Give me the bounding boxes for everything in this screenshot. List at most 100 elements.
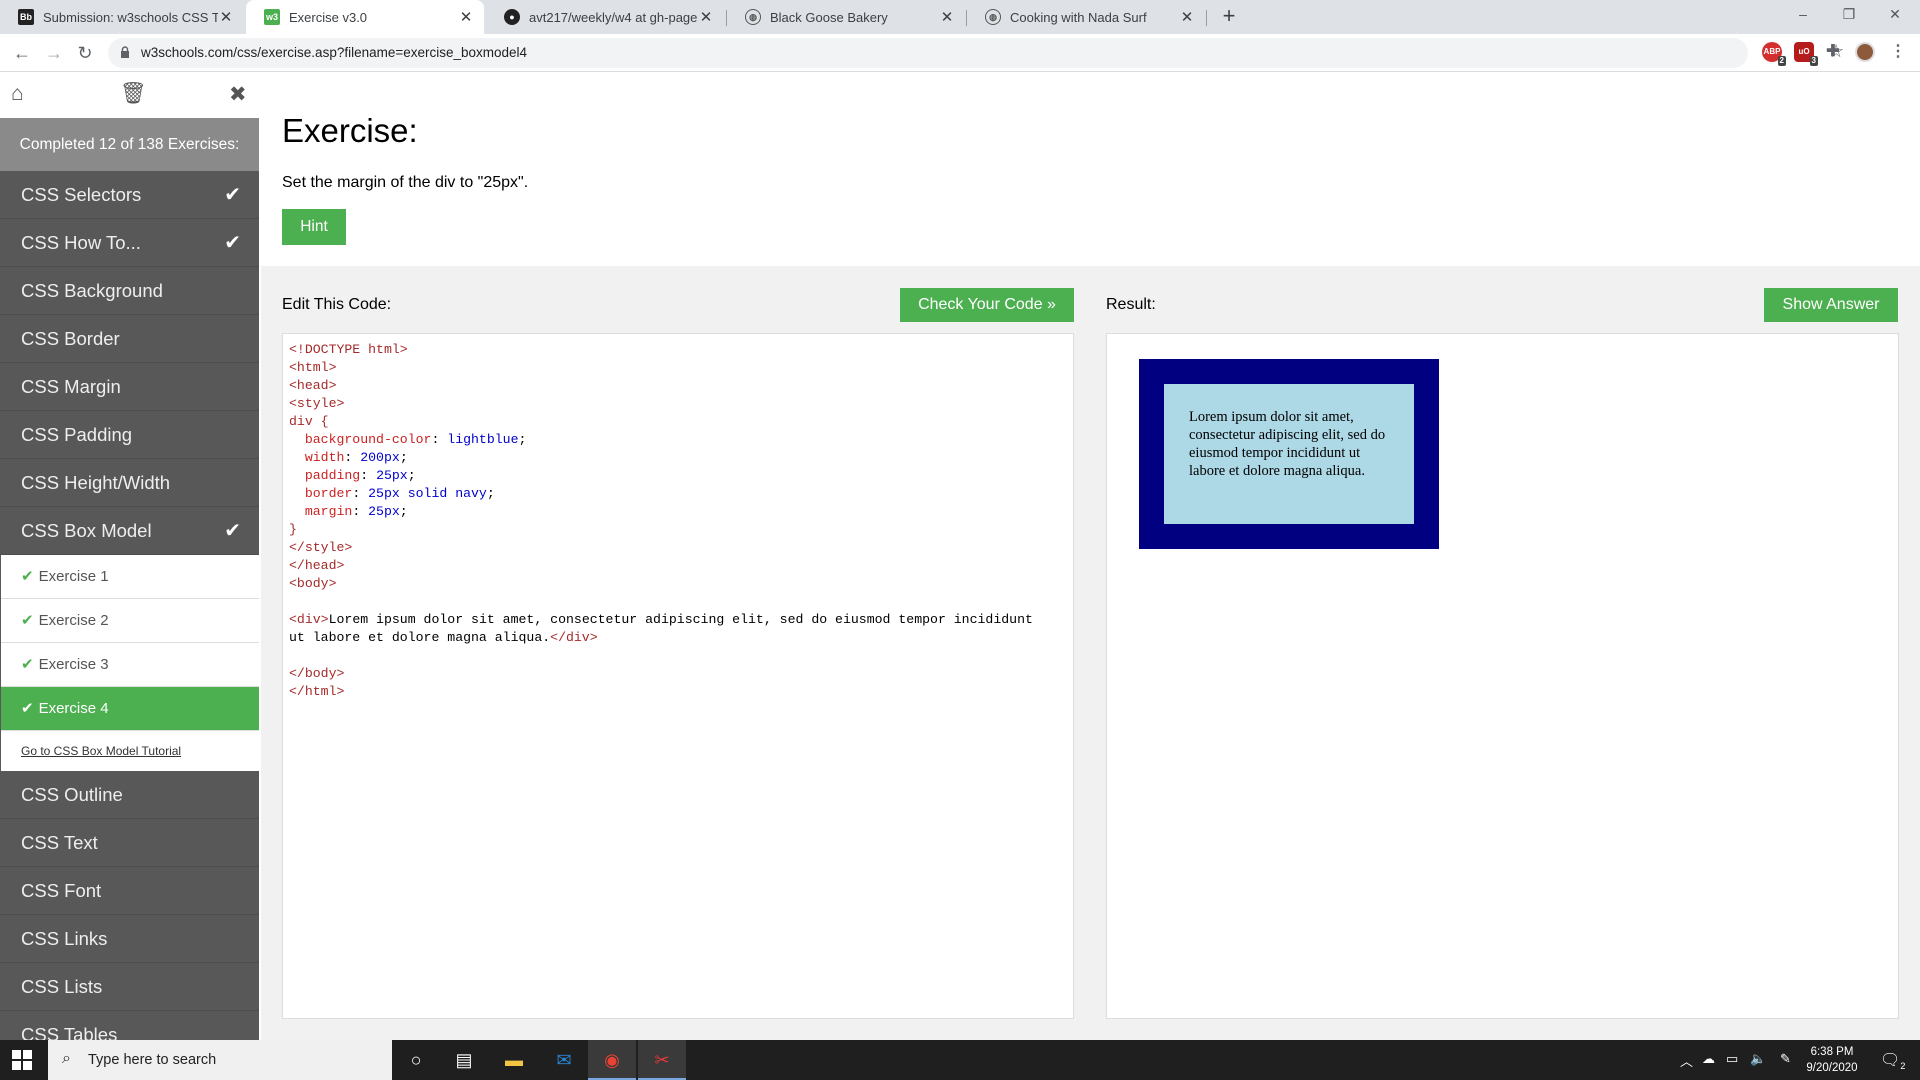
- chrome-icon[interactable]: ◉: [588, 1040, 636, 1080]
- code-token: background-color: [304, 432, 432, 447]
- github-icon: ●: [504, 9, 520, 25]
- profile-avatar[interactable]: [1855, 42, 1875, 62]
- task-view-icon[interactable]: ▤: [440, 1040, 488, 1080]
- new-tab-button[interactable]: +: [1216, 4, 1242, 30]
- tab-cooking-with-nada-surf[interactable]: ◍ Cooking with Nada Surf ✕: [967, 0, 1205, 34]
- extensions-puzzle-icon[interactable]: ✚: [1823, 42, 1843, 62]
- exercise-4-link[interactable]: ✔ Exercise 4: [1, 687, 259, 731]
- close-icon[interactable]: ✖: [229, 82, 247, 107]
- code-token: width: [304, 450, 345, 465]
- exercise-3-link[interactable]: ✔ Exercise 3: [1, 643, 259, 687]
- tab-close-icon[interactable]: ✕: [939, 8, 955, 26]
- exercise-2-link[interactable]: ✔ Exercise 2: [1, 599, 259, 643]
- close-window-button[interactable]: ✕: [1872, 0, 1918, 30]
- tab-submission[interactable]: Bb Submission: w3schools CSS Tuto ✕: [0, 0, 244, 34]
- code-line: margin: 25px;: [289, 503, 1067, 521]
- sidebar-item-css-font[interactable]: CSS Font: [0, 867, 259, 915]
- blackboard-favicon-icon: Bb: [18, 9, 34, 25]
- exercise-1-link[interactable]: ✔ Exercise 1: [1, 555, 259, 599]
- check-icon: ✔: [21, 612, 34, 629]
- code-token: <body>: [289, 576, 337, 591]
- tab-close-icon[interactable]: ✕: [458, 8, 474, 26]
- sidebar-item-label: CSS Font: [21, 880, 102, 901]
- code-token: </div>: [550, 630, 598, 645]
- sidebar-item-css-text[interactable]: CSS Text: [0, 819, 259, 867]
- network-icon[interactable]: ▭: [1726, 1051, 1738, 1067]
- code-line: width: 200px;: [289, 449, 1067, 467]
- code-token: ;: [518, 432, 527, 447]
- system-clock[interactable]: 6:38 PM 9/20/2020: [1798, 1044, 1866, 1076]
- home-icon[interactable]: ⌂: [11, 82, 24, 106]
- sidebar-item-label: CSS Tables: [21, 1024, 118, 1040]
- trash-icon[interactable]: 🗑: [120, 82, 147, 106]
- hint-button[interactable]: Hint: [282, 209, 346, 245]
- sidebar-item-css-box-model[interactable]: CSS Box Model ✔: [0, 507, 259, 555]
- code-token: <!DOCTYPE html>: [289, 342, 408, 357]
- tab-close-icon[interactable]: ✕: [218, 8, 234, 26]
- code-line: <div>Lorem ipsum dolor sit amet, consect…: [289, 611, 1067, 629]
- sidebar-item-css-links[interactable]: CSS Links: [0, 915, 259, 963]
- rendered-div-border: Lorem ipsum dolor sit amet, consectetur …: [1139, 359, 1439, 549]
- search-icon: ⌕: [62, 1050, 71, 1067]
- sidebar-item-css-margin[interactable]: CSS Margin: [0, 363, 259, 411]
- tab-github[interactable]: ● avt217/weekly/w4 at gh-pages · ✕: [486, 0, 724, 34]
- reload-icon[interactable]: ↻: [73, 41, 97, 65]
- code-line: }: [289, 521, 1067, 539]
- check-icon: ✔: [21, 568, 34, 585]
- minimize-button[interactable]: –: [1780, 0, 1826, 30]
- snipping-tool-icon[interactable]: ✂: [638, 1040, 686, 1080]
- sidebar-item-css-height-width[interactable]: CSS Height/Width: [0, 459, 259, 507]
- sidebar-item-label: CSS Selectors: [21, 184, 142, 205]
- windows-start-icon[interactable]: [12, 1050, 32, 1070]
- code-line: <head>: [289, 377, 1067, 395]
- check-code-button[interactable]: Check Your Code »: [900, 288, 1074, 322]
- url-bar[interactable]: w3schools.com/css/exercise.asp?filename=…: [108, 38, 1844, 68]
- sidebar-item-css-tables[interactable]: CSS Tables: [0, 1011, 259, 1040]
- tab-close-icon[interactable]: ✕: [698, 8, 714, 26]
- tab-close-icon[interactable]: ✕: [1179, 8, 1195, 26]
- exercise-label: Exercise 3: [38, 656, 109, 673]
- w3schools-favicon-icon: w3: [264, 9, 280, 25]
- sidebar-item-css-outline[interactable]: CSS Outline: [0, 771, 259, 819]
- sidebar-item-css-border[interactable]: CSS Border: [0, 315, 259, 363]
- check-icon: ✔: [224, 520, 241, 542]
- pen-workspace-icon[interactable]: ✎: [1780, 1051, 1791, 1067]
- show-hidden-icons-chevron-icon[interactable]: ︿: [1680, 1051, 1693, 1070]
- taskbar-search-box[interactable]: ⌕ Type here to search: [48, 1040, 392, 1080]
- back-icon[interactable]: ←: [10, 41, 34, 65]
- code-token: Lorem ipsum dolor sit amet, consectetur …: [328, 612, 1033, 627]
- sidebar-item-css-padding[interactable]: CSS Padding: [0, 411, 259, 459]
- notification-center-icon[interactable]: 🗨2: [1880, 1050, 1905, 1071]
- adblock-extension-icon[interactable]: ABP 2: [1762, 42, 1786, 66]
- sidebar-item-css-background[interactable]: CSS Background: [0, 267, 259, 315]
- forward-icon[interactable]: →: [42, 41, 66, 65]
- file-explorer-icon[interactable]: ▬: [490, 1040, 538, 1080]
- tab-exercise[interactable]: w3 Exercise v3.0 ✕: [246, 0, 484, 34]
- show-answer-button[interactable]: Show Answer: [1764, 288, 1898, 322]
- box-model-tutorial-link[interactable]: Go to CSS Box Model Tutorial: [1, 731, 259, 771]
- sidebar-item-label: CSS Outline: [21, 784, 123, 805]
- clock-time: 6:38 PM: [1810, 1046, 1854, 1058]
- completed-count: Completed 12 of 138 Exercises:: [0, 118, 259, 171]
- sidebar-item-css-how-to[interactable]: CSS How To... ✔: [0, 219, 259, 267]
- windows-taskbar: ⌕ Type here to search ○ ▤ ▬ ✉ ◉ ✂ ︿ ☁ ▭ …: [0, 1040, 1920, 1080]
- sidebar-item-label: CSS Box Model: [21, 520, 152, 541]
- chrome-menu-icon[interactable]: ⋮: [1888, 42, 1908, 62]
- code-token: ;: [399, 450, 408, 465]
- sidebar-item-css-lists[interactable]: CSS Lists: [0, 963, 259, 1011]
- search-placeholder: Type here to search: [88, 1052, 217, 1068]
- code-editor[interactable]: <!DOCTYPE html> <html> <head> <style> div { …: [282, 333, 1074, 1019]
- restore-button[interactable]: ❐: [1826, 0, 1872, 30]
- ublock-extension-icon[interactable]: uO 3: [1794, 42, 1818, 66]
- mail-icon[interactable]: ✉: [540, 1040, 588, 1080]
- cortana-icon[interactable]: ○: [392, 1040, 440, 1080]
- volume-icon[interactable]: 🔈: [1750, 1051, 1766, 1067]
- lock-icon[interactable]: [120, 46, 130, 58]
- sidebar-item-css-selectors[interactable]: CSS Selectors ✔: [0, 171, 259, 219]
- code-token: :: [344, 450, 361, 465]
- tab-black-goose-bakery[interactable]: ◍ Black Goose Bakery ✕: [727, 0, 965, 34]
- onedrive-cloud-icon[interactable]: ☁: [1702, 1051, 1715, 1067]
- rendered-div-text: Lorem ipsum dolor sit amet, consectetur …: [1164, 384, 1414, 524]
- code-token: ;: [399, 504, 408, 519]
